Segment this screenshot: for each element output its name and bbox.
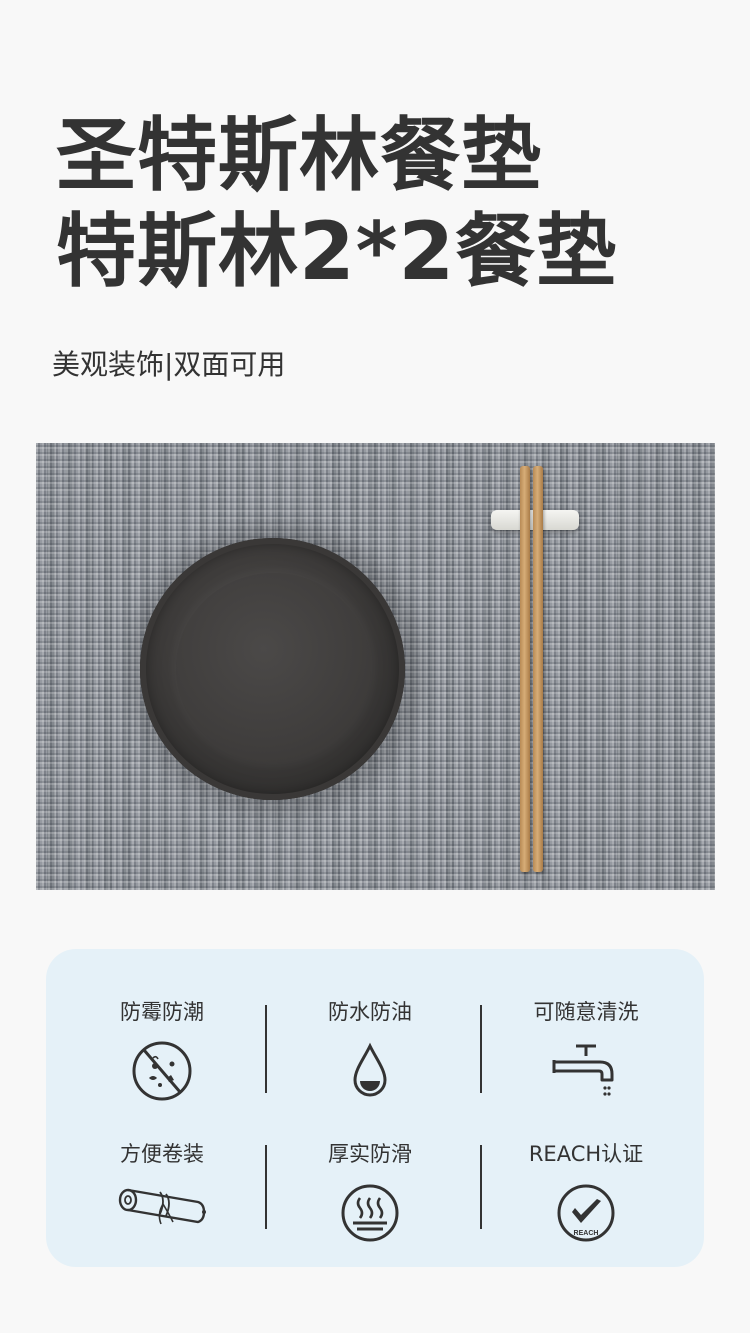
rolled-mat-icon	[118, 1188, 206, 1225]
divider	[265, 1145, 267, 1229]
divider	[480, 1145, 482, 1229]
feature-label: REACH认证	[528, 1142, 644, 1166]
feature-label: 方便卷装	[120, 1142, 204, 1166]
feature-waterproof: 防水防油	[270, 996, 470, 1102]
divider	[480, 1005, 482, 1093]
features-panel: 防霉防潮 防水防油 可随意清洗 方便卷装 厚实防滑 REACH认证 REACH	[46, 949, 704, 1267]
product-photo	[36, 443, 715, 890]
title-line-2: 特斯林2*2餐垫	[56, 205, 618, 298]
reach-check-icon: REACH	[557, 1184, 615, 1242]
feature-reach: REACH认证 REACH	[486, 1138, 686, 1244]
plate-center	[176, 573, 371, 763]
subtitle: 美观装饰|双面可用	[52, 348, 286, 381]
feature-label: 可随意清洗	[533, 1000, 639, 1024]
faucet-icon	[552, 1044, 614, 1096]
chopstick-right	[533, 466, 543, 872]
page-title: 圣特斯林餐垫 特斯林2*2餐垫	[56, 108, 617, 300]
reach-badge-text: REACH	[574, 1230, 599, 1237]
chopstick-left	[520, 466, 530, 872]
feature-anti-slip: 厚实防滑	[270, 1138, 470, 1244]
feature-anti-mold: 防霉防潮	[62, 996, 262, 1102]
feature-roll-up: 方便卷装	[62, 1138, 262, 1232]
feature-label: 防霉防潮	[120, 1000, 204, 1024]
title-line-1: 圣特斯林餐垫	[56, 109, 542, 202]
feature-label: 防水防油	[328, 1000, 412, 1024]
anti-slip-icon	[341, 1184, 399, 1242]
divider	[265, 1005, 267, 1093]
water-drop-icon	[353, 1042, 387, 1097]
anti-mold-icon	[132, 1041, 192, 1101]
feature-washable: 可随意清洗	[486, 996, 686, 1106]
feature-label: 厚实防滑	[328, 1142, 412, 1166]
